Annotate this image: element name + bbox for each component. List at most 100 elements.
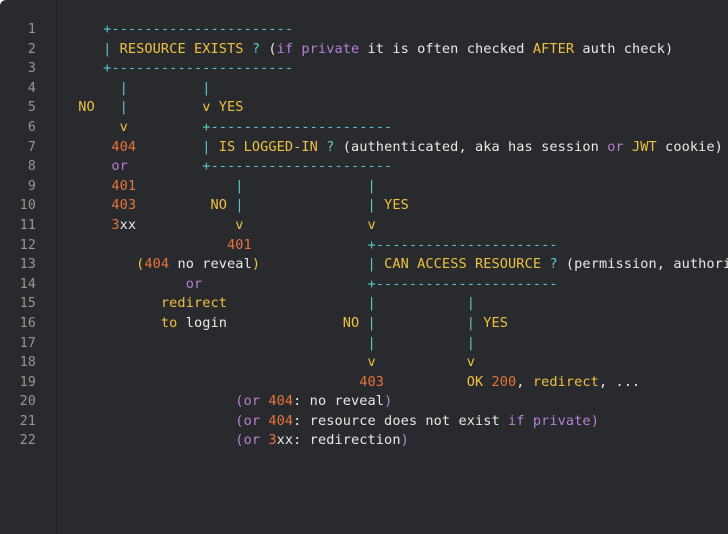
- code-line[interactable]: redirect | |: [70, 294, 728, 314]
- code-token: v: [235, 216, 244, 233]
- code-token: xx: [276, 432, 294, 449]
- code-line[interactable]: 403 OK 200, redirect, ...: [70, 373, 728, 393]
- code-token: private: [301, 40, 360, 57]
- line-number: 8: [27, 159, 36, 175]
- code-token: (: [235, 393, 244, 410]
- line-number: 20: [19, 394, 36, 410]
- code-token: 3: [111, 216, 120, 233]
- code-line[interactable]: +----------------------: [70, 59, 728, 79]
- code-line[interactable]: (or 404: no reveal): [70, 392, 728, 412]
- code-line[interactable]: +----------------------: [70, 20, 728, 40]
- code-line[interactable]: (404 no reveal) | CAN ACCESS RESOURCE ? …: [70, 255, 728, 275]
- code-token: (: [235, 412, 244, 429]
- code-line[interactable]: NO | v YES: [70, 98, 728, 118]
- code-line[interactable]: v +----------------------: [70, 118, 728, 138]
- code-line[interactable]: 403 NO | | YES: [70, 196, 728, 216]
- code-token: to: [160, 314, 178, 331]
- code-line[interactable]: (or 404: resource does not exist if priv…: [70, 412, 728, 432]
- code-line[interactable]: or +----------------------: [70, 157, 728, 177]
- code-token: +----------------------: [103, 60, 294, 77]
- line-number: 7: [27, 139, 36, 155]
- code-token: ?: [549, 256, 558, 273]
- code-token: |: [367, 256, 376, 273]
- line-number: 18: [19, 355, 36, 371]
- code-line[interactable]: 401 +----------------------: [70, 236, 728, 256]
- code-line[interactable]: 401 | |: [70, 177, 728, 197]
- code-line[interactable]: 3xx v v: [70, 216, 728, 236]
- code-line[interactable]: to login NO | | YES: [70, 314, 728, 334]
- code-line[interactable]: | |: [70, 79, 728, 99]
- code-token: v: [367, 354, 376, 371]
- code-line[interactable]: v v: [70, 353, 728, 373]
- line-number: 2: [27, 41, 36, 57]
- code-token: v: [466, 354, 475, 371]
- code-content-area[interactable]: +---------------------- | RESOURCE EXIST…: [58, 0, 728, 534]
- code-token: 403: [111, 197, 137, 214]
- code-token: or: [607, 138, 624, 155]
- line-number: 3: [27, 61, 36, 77]
- line-number: 22: [19, 433, 36, 449]
- code-token: or: [111, 158, 128, 175]
- code-token: CAN ACCESS RESOURCE: [384, 256, 542, 273]
- code-token: v: [119, 118, 128, 135]
- code-token: xx: [119, 216, 137, 233]
- code-token: or: [185, 275, 203, 292]
- code-line[interactable]: 404 | IS LOGGED-IN ? (authenticated, aka…: [70, 138, 728, 158]
- code-line[interactable]: or +----------------------: [70, 275, 728, 295]
- line-number: 13: [19, 257, 36, 273]
- code-token: 401: [227, 236, 252, 253]
- code-token: cookie): [656, 138, 723, 155]
- code-token: : redirection: [293, 432, 401, 449]
- code-line[interactable]: (or 3xx: redirection): [70, 431, 728, 451]
- code-token: v: [367, 216, 376, 233]
- code-token: +----------------------: [367, 236, 558, 253]
- code-token: : no reveal: [293, 393, 385, 410]
- code-line[interactable]: | RESOURCE EXISTS ? (if private it is of…: [70, 40, 728, 60]
- code-token: or: [243, 393, 261, 410]
- code-token: (: [260, 40, 277, 57]
- code-token: JWT: [632, 138, 657, 155]
- code-token: (permission, authorized, ...): [565, 256, 728, 273]
- code-line[interactable]: | |: [70, 334, 728, 354]
- code-token: |: [367, 197, 376, 214]
- code-token: ?: [251, 40, 261, 57]
- code-token: YES: [483, 314, 509, 331]
- code-token: 3: [268, 432, 277, 449]
- line-number: 21: [19, 413, 36, 429]
- code-token: |: [466, 334, 475, 351]
- code-editor: 1 2 3 4 5 6 7 8 9 10 11 12 13 14 15 16 17 18 19 20 21 22 +---…: [0, 0, 728, 534]
- code-token: |: [202, 138, 211, 155]
- code-token: RESOURCE EXISTS: [119, 40, 244, 57]
- code-token: : resource does not exist: [293, 412, 509, 429]
- code-token: +----------------------: [103, 21, 294, 37]
- code-token: +----------------------: [202, 118, 393, 135]
- line-number: 15: [19, 296, 36, 312]
- line-number: 9: [27, 178, 36, 194]
- code-token: |: [466, 295, 475, 312]
